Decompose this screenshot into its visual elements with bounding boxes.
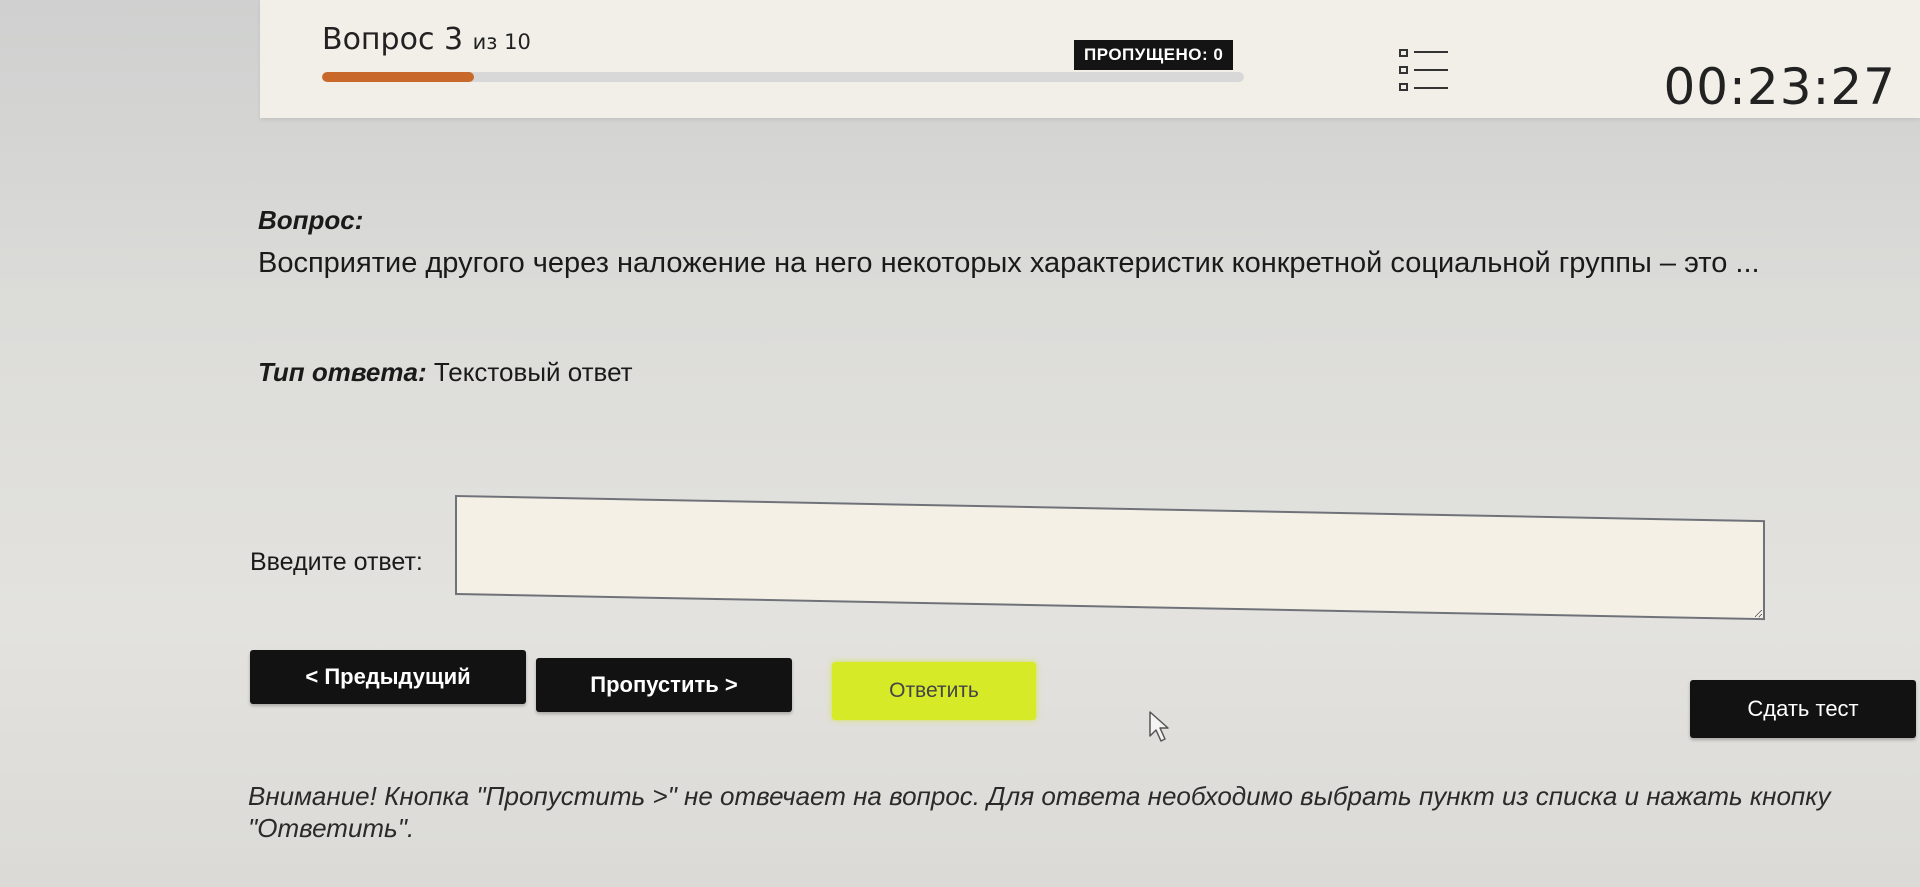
test-page: Вопрос 3 из 10 ПРОПУЩЕНО: 0 00:23:27 Воп…: [0, 0, 1920, 887]
submit-test-button[interactable]: Сдать тест: [1690, 680, 1916, 738]
question-number: Вопрос 3: [322, 22, 464, 57]
skipped-count-badge: ПРОПУЩЕНО: 0: [1074, 40, 1234, 70]
progress-bar-fill: [322, 72, 475, 82]
question-text: Восприятие другого через наложение на не…: [258, 247, 1760, 279]
list-icon[interactable]: [1398, 48, 1450, 96]
answer-button[interactable]: Ответить: [832, 662, 1036, 720]
progress-bar: [322, 72, 1244, 82]
answer-type: Тип ответа: Текстовый ответ: [258, 357, 633, 388]
skip-warning-text: Внимание! Кнопка "Пропустить >" не отвеч…: [248, 781, 1831, 843]
answer-input-label: Введите ответ:: [250, 548, 423, 576]
question-counter: Вопрос 3 из 10: [322, 22, 531, 57]
skip-button[interactable]: Пропустить >: [536, 658, 792, 712]
countdown-timer: 00:23:27: [1663, 58, 1896, 116]
answer-type-value: Текстовый ответ: [433, 357, 633, 387]
answer-type-label: Тип ответа:: [258, 357, 427, 387]
answer-input[interactable]: [455, 495, 1765, 621]
previous-button[interactable]: < Предыдущий: [250, 650, 526, 704]
question-label: Вопрос:: [258, 205, 364, 235]
question-total: из 10: [472, 30, 531, 54]
cursor-icon: [1148, 710, 1174, 744]
